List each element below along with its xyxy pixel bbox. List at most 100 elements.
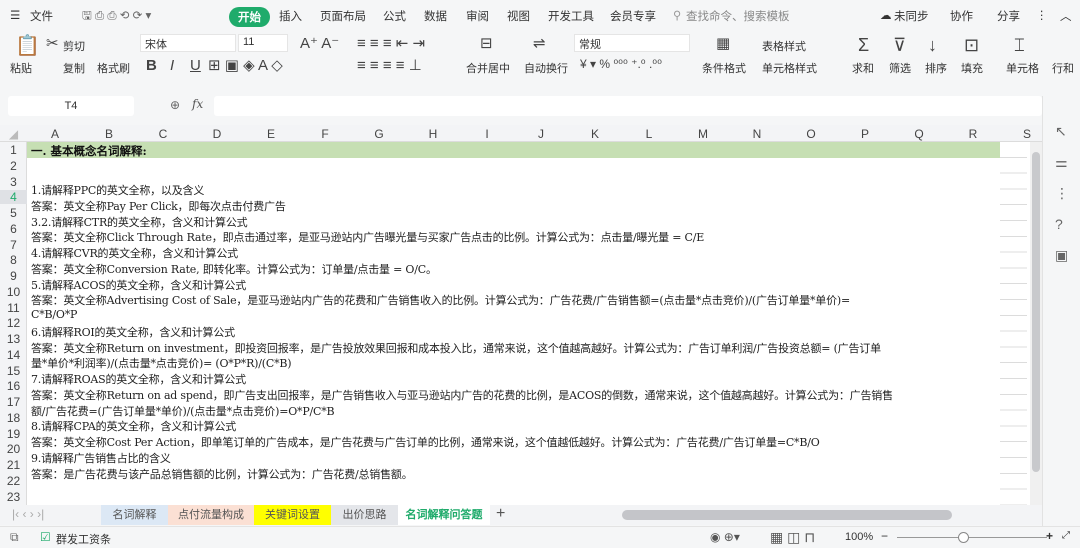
halign-icons[interactable]: ≡ ≡ ≡ ≡ ⊥	[357, 58, 422, 73]
cell-text-line[interactable]: 额/广告花费=(广告订单量*单价)/(点击量*点击竞价)=O*P/C*B	[31, 403, 335, 419]
table-style-button[interactable]: 表格样式	[762, 38, 806, 54]
merge-button[interactable]: 合并居中	[466, 60, 510, 76]
name-box[interactable]: T4	[8, 96, 134, 116]
row-header[interactable]: 21	[0, 458, 27, 472]
row-header[interactable]: 17	[0, 395, 27, 409]
vertical-scrollbar[interactable]	[1030, 142, 1042, 505]
column-header[interactable]: L	[622, 127, 676, 141]
row-header[interactable]: 4	[0, 190, 27, 205]
row-header[interactable]: 2	[0, 159, 27, 173]
row-header[interactable]: 10	[0, 285, 27, 299]
tab-page-layout[interactable]: 页面布局	[320, 8, 366, 24]
font-grow-icon[interactable]: A⁺ A⁻	[300, 36, 339, 51]
column-header[interactable]: M	[676, 127, 730, 141]
cell-text-line[interactable]: 6.请解释ROI的英文全称，含义和计算公式	[31, 324, 235, 340]
settings-sliders-icon[interactable]: ⚌	[1055, 147, 1069, 178]
zoom-slider-handle[interactable]	[958, 532, 969, 543]
cut-button[interactable]: 剪切	[63, 38, 85, 54]
sheet-tab[interactable]: 点付流量构成	[168, 505, 254, 525]
sum-button[interactable]: 求和	[852, 60, 874, 76]
row-header[interactable]: 12	[0, 316, 27, 330]
number-format-select[interactable]: 常规	[574, 34, 690, 52]
copy-button[interactable]: 复制	[63, 60, 85, 76]
tab-insert[interactable]: 插入	[279, 8, 302, 24]
cell-text-line[interactable]: 答案：英文全称Return on ad spend，即广告支出回报率，是广告销售…	[31, 387, 893, 403]
hamburger-icon[interactable]: ☰	[10, 8, 20, 22]
cell-text-line[interactable]: 8.请解释CPA的英文全称，含义和计算公式	[31, 418, 236, 434]
column-header[interactable]: H	[406, 127, 460, 141]
add-sheet-icon[interactable]: +	[496, 505, 505, 523]
row-header[interactable]: 16	[0, 379, 27, 393]
font-family-select[interactable]: 宋体	[140, 34, 236, 52]
cursor-icon[interactable]: ↖	[1055, 116, 1069, 147]
cell-text-line[interactable]: 答案：英文全称Pay Per Click，即每次点击付费广告	[31, 198, 286, 214]
column-header[interactable]: G	[352, 127, 406, 141]
cell-text-line[interactable]: 4.请解释CVR的英文全称，含义和计算公式	[31, 245, 238, 261]
tab-view[interactable]: 视图	[507, 8, 530, 24]
column-header[interactable]: I	[460, 127, 514, 141]
collab-button[interactable]: 协作	[950, 8, 973, 24]
command-search[interactable]: 查找命令、搜索模板	[686, 8, 790, 24]
number-format-icons[interactable]: ¥ ▾ % ⁰⁰⁰ ⁺.⁰ .⁰⁰	[580, 58, 662, 70]
align-icons[interactable]: ≡ ≡ ≡ ⇤ ⇥	[357, 36, 425, 51]
row-header[interactable]: 11	[0, 301, 27, 315]
cell-button[interactable]: 单元格	[1006, 60, 1039, 76]
eye-icon[interactable]: ◉ ⊕▾	[710, 530, 740, 544]
screen-icon[interactable]: ⧉	[10, 530, 19, 545]
more-icon[interactable]: ⋮	[1036, 8, 1048, 22]
row-header[interactable]: 20	[0, 442, 27, 456]
italic-icon[interactable]: I	[170, 58, 174, 73]
cell-text-line[interactable]: 答案：英文全称Cost Per Action，即单笔订单的广告成本，是广告花费与…	[31, 434, 820, 450]
column-header[interactable]: F	[298, 127, 352, 141]
paste-icon[interactable]: 📋	[15, 36, 40, 56]
image-icon[interactable]: ▣	[1055, 240, 1069, 271]
cell-text-line[interactable]: 量*单价*利润率)/(点击量*点击竞价)= (O*P*R)/(C*B)	[31, 355, 292, 371]
zoom-in-icon[interactable]: +	[1046, 529, 1053, 543]
tab-formula[interactable]: 公式	[383, 8, 406, 24]
column-header[interactable]: N	[730, 127, 784, 141]
share-button[interactable]: 分享	[997, 8, 1020, 24]
cell-text-line[interactable]: 答案：是广告花费与该产品总销售额的比例，计算公式为：广告花费/总销售额。	[31, 466, 413, 482]
help-icon[interactable]: ?	[1055, 209, 1069, 240]
cell-style-button[interactable]: 单元格样式	[762, 60, 817, 76]
row-header[interactable]: 7	[0, 238, 27, 252]
row-header[interactable]: 15	[0, 364, 27, 378]
sheet-tab[interactable]: 关键词设置	[254, 505, 331, 525]
cell-text-line[interactable]: 答案：英文全称Click Through Rate，即点击通过率，是亚马逊站内广…	[31, 229, 704, 245]
layout-icon[interactable]: ⋮	[1055, 178, 1069, 209]
row-header[interactable]: 1	[0, 143, 27, 157]
fill-button[interactable]: 填充	[961, 60, 983, 76]
bold-icon[interactable]: B	[146, 58, 157, 73]
row-header[interactable]: 19	[0, 427, 27, 441]
column-header[interactable]: J	[514, 127, 568, 141]
row-header[interactable]: 9	[0, 269, 27, 283]
row-header[interactable]: 18	[0, 411, 27, 425]
column-header[interactable]: B	[82, 127, 136, 141]
cell-text-line[interactable]: 答案：英文全称Conversion Rate, 即转化率。计算公式为：订单量/点…	[31, 261, 437, 277]
fx-icon[interactable]: fx	[192, 97, 203, 111]
row-header[interactable]: 13	[0, 332, 27, 346]
row-header[interactable]: 22	[0, 474, 27, 488]
zoom-out-icon[interactable]: −	[881, 529, 888, 543]
select-all-corner[interactable]: ◢	[0, 127, 27, 141]
row-header[interactable]: 23	[0, 490, 27, 504]
tab-start[interactable]: 开始	[229, 7, 270, 27]
column-header[interactable]: S	[1000, 127, 1042, 141]
column-header[interactable]: P	[838, 127, 892, 141]
row-header[interactable]: 6	[0, 222, 27, 236]
cell-text-line[interactable]: 5.请解释ACOS的英文全称，含义和计算公式	[31, 277, 246, 293]
sort-button[interactable]: 排序	[925, 60, 947, 76]
underline-icon[interactable]: U	[190, 58, 201, 73]
row-header[interactable]: 14	[0, 348, 27, 362]
cell-text-line[interactable]: 答案：英文全称Return on investment，即投资回报率，是广告投放…	[31, 340, 881, 356]
collapse-icon[interactable]: ︿	[1060, 8, 1072, 24]
horizontal-scrollbar[interactable]	[622, 510, 952, 520]
tab-review[interactable]: 审阅	[466, 8, 489, 24]
sheet-grid[interactable]: ◢ A B C D E F G H I J K L M N O P Q R S 1 2 3 4 5 6 7 8 9 10 11 12 13 14…	[0, 125, 1042, 505]
column-header[interactable]: O	[784, 127, 838, 141]
sync-button[interactable]: 未同步	[894, 8, 929, 24]
menu-file[interactable]: 文件	[30, 8, 53, 24]
paste-button[interactable]: 粘贴	[10, 60, 32, 76]
column-header[interactable]: Q	[892, 127, 946, 141]
zoom-level[interactable]: 100%	[845, 531, 873, 543]
